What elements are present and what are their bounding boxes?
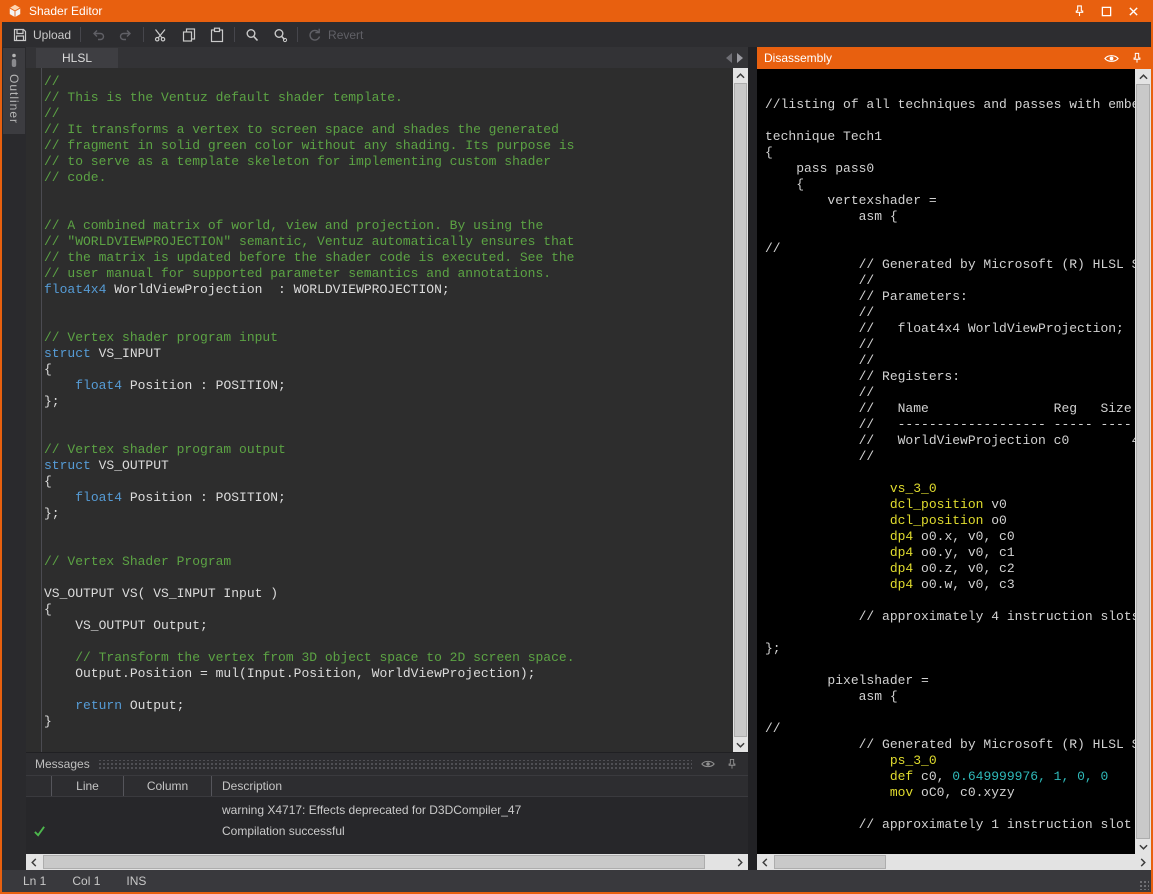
- undo-icon: [90, 27, 106, 43]
- panel-splitter[interactable]: [748, 47, 757, 870]
- app-logo-icon: [8, 4, 22, 18]
- disassembly-horizontal-scrollbar[interactable]: [757, 854, 1151, 870]
- scrollbar-track[interactable]: [773, 854, 1135, 870]
- scroll-up-icon[interactable]: [1135, 69, 1151, 84]
- redo-button[interactable]: [112, 24, 140, 45]
- pin-window-button[interactable]: [1069, 3, 1089, 19]
- eye-icon[interactable]: [700, 757, 716, 771]
- messages-drag-handle[interactable]: [98, 760, 692, 769]
- messages-title: Messages: [35, 757, 90, 771]
- status-column: Col 1: [72, 874, 100, 888]
- toolbar-separator: [234, 27, 235, 42]
- toolbar-separator: [143, 27, 144, 42]
- outliner-tab-label: Outliner: [7, 74, 21, 124]
- scroll-right-icon[interactable]: [732, 854, 748, 870]
- cut-icon: [153, 27, 169, 43]
- tab-scroll-left-icon[interactable]: [726, 53, 732, 63]
- upload-button[interactable]: Upload: [6, 24, 77, 45]
- cut-button[interactable]: [147, 24, 175, 45]
- row-description: warning X4717: Effects deprecated for D3…: [212, 803, 748, 817]
- sidebar-item-outliner[interactable]: Outliner: [3, 48, 25, 134]
- save-icon: [12, 27, 28, 43]
- shader-editor-window: Shader Editor Upload: [0, 0, 1153, 894]
- status-mode: INS: [126, 874, 146, 888]
- disassembly-content: //listing of all techniques and passes w…: [757, 69, 1135, 854]
- copy-icon: [181, 27, 197, 43]
- tab-scroll-right-icon[interactable]: [737, 53, 743, 63]
- scrollbar-thumb[interactable]: [774, 855, 886, 869]
- tab-hlsl-label: HLSL: [62, 51, 92, 65]
- toolbar: Upload Revert: [2, 22, 1151, 47]
- revert-button[interactable]: Revert: [301, 24, 369, 45]
- disassembly-title: Disassembly: [764, 51, 1093, 65]
- scrollbar-thumb[interactable]: [734, 83, 747, 737]
- disassembly-view[interactable]: //listing of all techniques and passes w…: [757, 69, 1151, 854]
- statusbar: Ln 1 Col 1 INS: [2, 870, 1151, 892]
- pin-panel-icon[interactable]: [724, 757, 740, 771]
- scrollbar-thumb[interactable]: [1136, 84, 1150, 839]
- scrollbar-thumb[interactable]: [43, 855, 705, 869]
- editor-tabbar: HLSL: [26, 47, 748, 68]
- editor-vertical-scrollbar[interactable]: [733, 68, 748, 752]
- column-line[interactable]: Line: [52, 776, 124, 796]
- paste-button[interactable]: [203, 24, 231, 45]
- undo-button[interactable]: [84, 24, 112, 45]
- paste-icon: [209, 27, 225, 43]
- messages-horizontal-scrollbar[interactable]: [26, 854, 748, 870]
- main-area: Outliner HLSL //// This is the Ventuz de…: [2, 47, 1151, 870]
- close-button[interactable]: [1123, 3, 1143, 19]
- outliner-icon: [9, 53, 19, 68]
- pin-panel-icon[interactable]: [1129, 51, 1145, 65]
- messages-header[interactable]: Messages: [26, 753, 748, 775]
- eye-icon[interactable]: [1103, 51, 1119, 65]
- code-editor-content[interactable]: //// This is the Ventuz default shader t…: [26, 68, 733, 752]
- messages-list: warning X4717: Effects deprecated for D3…: [26, 797, 748, 854]
- column-column[interactable]: Column: [124, 776, 212, 796]
- revert-label: Revert: [328, 28, 363, 42]
- messages-panel: Messages Line Column Description: [26, 752, 748, 870]
- scroll-right-icon[interactable]: [1135, 854, 1151, 870]
- copy-button[interactable]: [175, 24, 203, 45]
- maximize-button[interactable]: [1096, 3, 1116, 19]
- code-editor[interactable]: //// This is the Ventuz default shader t…: [26, 68, 748, 752]
- search-next-icon: [272, 27, 288, 43]
- upload-label: Upload: [33, 28, 71, 42]
- row-description: Compilation successful: [212, 824, 748, 838]
- table-row[interactable]: warning X4717: Effects deprecated for D3…: [26, 799, 748, 820]
- disassembly-vertical-scrollbar[interactable]: [1135, 69, 1151, 854]
- scrollbar-track[interactable]: [42, 854, 732, 870]
- search-icon: [244, 27, 260, 43]
- column-description[interactable]: Description: [212, 776, 748, 796]
- left-dock-strip: Outliner: [2, 47, 26, 870]
- scroll-up-icon[interactable]: [733, 68, 748, 83]
- scroll-left-icon[interactable]: [26, 854, 42, 870]
- redo-icon: [118, 27, 134, 43]
- success-check-icon: [26, 825, 52, 837]
- find-button[interactable]: [238, 24, 266, 45]
- resize-grip[interactable]: [1139, 880, 1149, 890]
- tab-hlsl[interactable]: HLSL: [36, 48, 118, 68]
- scroll-down-icon[interactable]: [1135, 839, 1151, 854]
- disassembly-panel: Disassembly //listing of all techniques …: [757, 47, 1151, 870]
- editor-panel: HLSL //// This is the Ventuz default sha…: [26, 47, 748, 870]
- status-line: Ln 1: [23, 874, 46, 888]
- table-row[interactable]: Compilation successful: [26, 820, 748, 841]
- titlebar: Shader Editor: [2, 0, 1151, 22]
- scroll-left-icon[interactable]: [757, 854, 773, 870]
- disassembly-header[interactable]: Disassembly: [757, 47, 1151, 69]
- messages-column-header: Line Column Description: [26, 775, 748, 797]
- toolbar-separator: [297, 27, 298, 42]
- toolbar-separator: [80, 27, 81, 42]
- window-title: Shader Editor: [29, 4, 1062, 18]
- scroll-down-icon[interactable]: [733, 737, 748, 752]
- revert-icon: [307, 27, 323, 43]
- column-icon: [26, 776, 52, 796]
- find-next-button[interactable]: [266, 24, 294, 45]
